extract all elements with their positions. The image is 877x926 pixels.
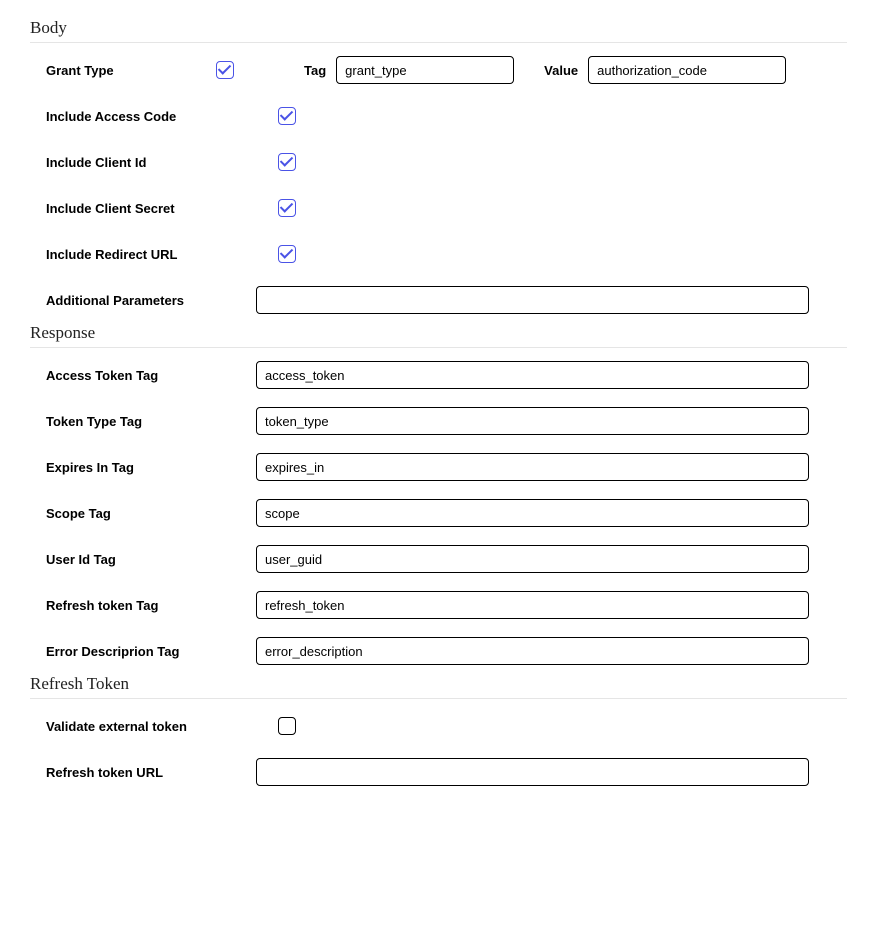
validate-external-token-label: Validate external token <box>46 719 246 734</box>
row-error-description-tag: Error Descriprion Tag <box>30 628 847 674</box>
include-client-id-checkbox[interactable] <box>278 153 296 171</box>
additional-parameters-input[interactable] <box>256 286 809 314</box>
include-redirect-url-label: Include Redirect URL <box>46 247 246 262</box>
expires-in-tag-label: Expires In Tag <box>46 460 246 475</box>
grant-type-value-input[interactable] <box>588 56 786 84</box>
row-include-access-code: Include Access Code <box>30 93 847 139</box>
refresh-token-url-label: Refresh token URL <box>46 765 246 780</box>
row-user-id-tag: User Id Tag <box>30 536 847 582</box>
row-refresh-token-url: Refresh token URL <box>30 749 847 795</box>
row-expires-in-tag: Expires In Tag <box>30 444 847 490</box>
row-validate-external-token: Validate external token <box>30 703 847 749</box>
include-access-code-checkbox[interactable] <box>278 107 296 125</box>
error-description-tag-input[interactable] <box>256 637 809 665</box>
user-id-tag-input[interactable] <box>256 545 809 573</box>
refresh-token-url-input[interactable] <box>256 758 809 786</box>
refresh-token-tag-input[interactable] <box>256 591 809 619</box>
grant-type-checkbox[interactable] <box>216 61 234 79</box>
include-client-secret-label: Include Client Secret <box>46 201 246 216</box>
grant-type-value-label: Value <box>544 63 578 78</box>
section-body-title: Body <box>30 18 847 43</box>
error-description-tag-label: Error Descriprion Tag <box>46 644 246 659</box>
row-include-client-secret: Include Client Secret <box>30 185 847 231</box>
row-include-client-id: Include Client Id <box>30 139 847 185</box>
row-refresh-token-tag: Refresh token Tag <box>30 582 847 628</box>
expires-in-tag-input[interactable] <box>256 453 809 481</box>
grant-type-tag-input[interactable] <box>336 56 514 84</box>
user-id-tag-label: User Id Tag <box>46 552 246 567</box>
include-access-code-label: Include Access Code <box>46 109 246 124</box>
token-type-tag-label: Token Type Tag <box>46 414 246 429</box>
section-refresh-token-title: Refresh Token <box>30 674 847 699</box>
grant-type-label: Grant Type <box>46 63 206 78</box>
row-scope-tag: Scope Tag <box>30 490 847 536</box>
refresh-token-tag-label: Refresh token Tag <box>46 598 246 613</box>
row-access-token-tag: Access Token Tag <box>30 352 847 398</box>
access-token-tag-input[interactable] <box>256 361 809 389</box>
scope-tag-label: Scope Tag <box>46 506 246 521</box>
include-client-secret-checkbox[interactable] <box>278 199 296 217</box>
section-response-title: Response <box>30 323 847 348</box>
row-additional-parameters: Additional Parameters <box>30 277 847 323</box>
validate-external-token-checkbox[interactable] <box>278 717 296 735</box>
row-grant-type: Grant Type Tag Value <box>30 47 847 93</box>
token-type-tag-input[interactable] <box>256 407 809 435</box>
include-client-id-label: Include Client Id <box>46 155 246 170</box>
include-redirect-url-checkbox[interactable] <box>278 245 296 263</box>
row-token-type-tag: Token Type Tag <box>30 398 847 444</box>
row-include-redirect-url: Include Redirect URL <box>30 231 847 277</box>
access-token-tag-label: Access Token Tag <box>46 368 246 383</box>
grant-type-tag-label: Tag <box>304 63 326 78</box>
additional-parameters-label: Additional Parameters <box>46 293 246 308</box>
scope-tag-input[interactable] <box>256 499 809 527</box>
